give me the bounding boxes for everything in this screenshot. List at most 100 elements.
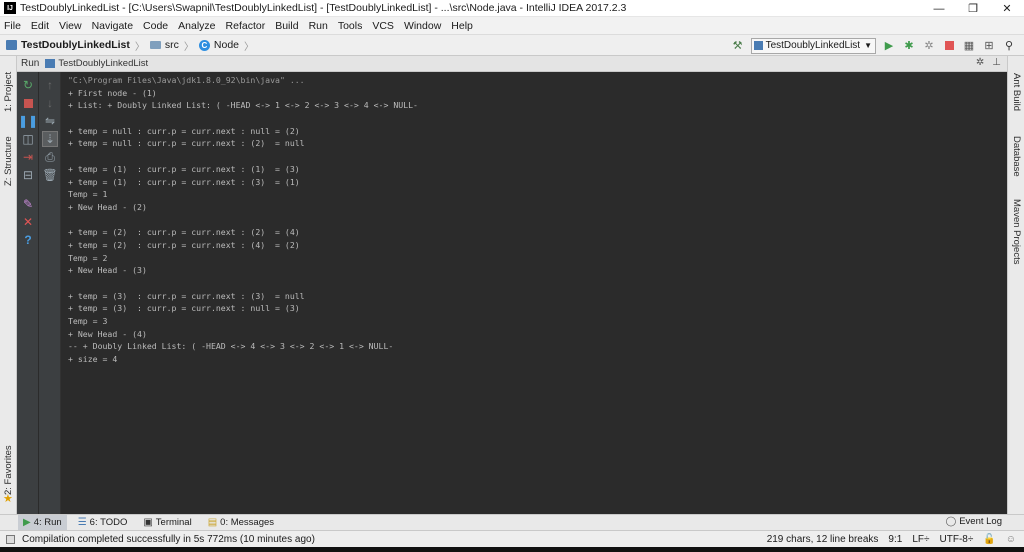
run-configuration-select[interactable]: TestDoublyLinkedList ▼: [750, 37, 876, 54]
debug-icon[interactable]: ✱: [902, 39, 916, 53]
breadcrumb-project[interactable]: TestDoublyLinkedList: [6, 39, 130, 51]
breadcrumb-file[interactable]: C Node: [198, 39, 240, 51]
favorites-star-icon: ★: [3, 493, 13, 505]
console-line: + temp = (1) : curr.p = curr.next : (1) …: [68, 163, 300, 174]
scroll-to-end-icon[interactable]: ⇣: [42, 131, 58, 147]
clear-all-icon[interactable]: 🗑: [42, 167, 58, 183]
build-hammer-icon[interactable]: ⚒: [731, 39, 745, 53]
navigation-bar: TestDoublyLinkedList 〉 src 〉 C Node 〉 ⚒ …: [0, 35, 1024, 56]
menu-help[interactable]: Help: [451, 20, 473, 32]
sdk-icon[interactable]: ⊞: [982, 39, 996, 53]
menu-file[interactable]: File: [4, 20, 21, 32]
run-toolbar-secondary: ↑ ↓ ⇋ ⇣ ⎙ 🗑: [39, 72, 61, 514]
breadcrumb-separator: 〉: [134, 41, 145, 53]
pause-icon[interactable]: ❚❚: [18, 113, 38, 129]
toggle-tool-windows-icon[interactable]: [6, 535, 15, 544]
console-line: + First node - (1): [68, 87, 157, 98]
menu-tools[interactable]: Tools: [338, 20, 363, 32]
menu-vcs[interactable]: VCS: [372, 20, 394, 32]
tab-event-log[interactable]: ◯ Event Log: [946, 516, 1002, 527]
layout-icon[interactable]: ⊟: [20, 167, 36, 183]
status-caret-position[interactable]: 9:1: [888, 534, 902, 545]
maven-projects-tool-tab-label: Maven Projects: [1011, 199, 1022, 265]
console-line: + temp = (1) : curr.p = curr.next : (3) …: [68, 176, 300, 187]
close-run-icon[interactable]: ✕: [20, 214, 36, 230]
ant-build-tool-tab[interactable]: Ant Build: [1009, 62, 1024, 122]
run-toolbar-primary: ↻ ❚❚ ◫ ⇥ ⊟ ✎ ✕ ?: [17, 72, 39, 514]
todo-icon: ☰: [77, 517, 87, 528]
menu-code[interactable]: Code: [143, 20, 168, 32]
help-icon[interactable]: ?: [20, 232, 36, 248]
tab-event-log-label: Event Log: [959, 516, 1002, 527]
menu-edit[interactable]: Edit: [31, 20, 49, 32]
maven-projects-tool-tab[interactable]: Maven Projects: [1009, 192, 1024, 272]
print-icon[interactable]: ⎙: [42, 149, 58, 165]
hide-window-icon[interactable]: ⊥: [992, 57, 1001, 68]
rerun-icon[interactable]: ↻: [20, 77, 36, 93]
console-line: -- + Doubly Linked List: ( -HEAD <-> 4 <…: [68, 341, 394, 352]
console-line: + List: + Doubly Linked List: ( -HEAD <-…: [68, 100, 418, 111]
tab-run[interactable]: ▶ 4: Run: [18, 515, 67, 530]
project-structure-icon[interactable]: ▦: [962, 39, 976, 53]
structure-tool-tab-label: Z: Structure: [3, 136, 14, 186]
run-window-title: Run: [21, 58, 40, 69]
status-encoding[interactable]: UTF-8÷: [940, 534, 974, 545]
menu-window[interactable]: Window: [404, 20, 441, 32]
console-line: Temp = 3: [68, 316, 108, 327]
messages-icon: ▤: [207, 517, 218, 528]
exit-icon[interactable]: ⇥: [20, 149, 36, 165]
chevron-down-icon: ▼: [864, 41, 872, 50]
project-tool-tab[interactable]: 1: Project: [1, 62, 16, 122]
console-line: + New Head - (2): [68, 201, 147, 212]
dump-threads-icon[interactable]: ◫: [20, 131, 36, 147]
status-line-separator[interactable]: LF÷: [912, 534, 929, 545]
console-line: + temp = (2) : curr.p = curr.next : (2) …: [68, 227, 300, 238]
stop-icon[interactable]: [20, 95, 36, 111]
stop-icon[interactable]: [942, 39, 956, 53]
menu-navigate[interactable]: Navigate: [92, 20, 133, 32]
arrow-up-icon[interactable]: ↑: [42, 77, 58, 93]
breadcrumb-file-label: Node: [213, 39, 240, 51]
menu-view[interactable]: View: [59, 20, 82, 32]
coverage-icon[interactable]: ✲: [922, 39, 936, 53]
menu-build[interactable]: Build: [275, 20, 298, 32]
lock-icon[interactable]: 🔓: [983, 534, 995, 545]
window-controls: — ❐ ✕: [922, 0, 1024, 17]
minimize-button[interactable]: —: [922, 0, 956, 17]
bottom-tool-tabs: ▶ 4: Run ☰ 6: TODO ▣ Terminal ▤ 0: Messa…: [0, 514, 1024, 530]
console-output[interactable]: "C:\Program Files\Java\jdk1.8.0_92\bin\j…: [61, 72, 1007, 514]
console-line: + New Head - (3): [68, 265, 147, 276]
tab-messages[interactable]: ▤ 0: Messages: [203, 515, 279, 530]
search-icon[interactable]: ⚲: [1002, 39, 1016, 53]
run-icon: ▶: [23, 517, 31, 528]
tab-todo-label: 6: TODO: [89, 517, 128, 528]
ant-build-tool-tab-label: Ant Build: [1011, 72, 1022, 112]
menu-refactor[interactable]: Refactor: [226, 20, 266, 32]
menu-analyze[interactable]: Analyze: [178, 20, 215, 32]
folder-icon: [149, 41, 161, 49]
close-button[interactable]: ✕: [990, 0, 1024, 17]
console-line: + temp = (2) : curr.p = curr.next : (4) …: [68, 239, 300, 250]
tab-terminal[interactable]: ▣ Terminal: [138, 515, 196, 530]
menu-run[interactable]: Run: [309, 20, 328, 32]
event-log-icon: ◯: [945, 516, 957, 527]
breadcrumb-src[interactable]: src: [149, 39, 179, 51]
tab-todo[interactable]: ☰ 6: TODO: [73, 515, 133, 530]
run-tab-label: TestDoublyLinkedList: [58, 58, 149, 69]
hector-icon[interactable]: ☺: [1006, 534, 1016, 545]
settings-gear-icon[interactable]: ✲: [976, 57, 984, 68]
structure-tool-tab[interactable]: Z: Structure: [1, 126, 16, 196]
tab-messages-label: 0: Messages: [220, 517, 275, 528]
soft-wrap-icon[interactable]: ⇋: [42, 113, 58, 129]
pin-tab-icon[interactable]: ✎: [20, 196, 36, 212]
restore-button[interactable]: ❐: [956, 0, 990, 17]
arrow-down-icon[interactable]: ↓: [42, 95, 58, 111]
status-message: Compilation completed successfully in 5s…: [22, 533, 315, 545]
run-icon[interactable]: ▶: [882, 39, 896, 53]
database-tool-tab[interactable]: Database: [1009, 128, 1024, 184]
console-line: Temp = 2: [68, 252, 108, 263]
run-tab[interactable]: TestDoublyLinkedList: [45, 58, 148, 69]
console-line: "C:\Program Files\Java\jdk1.8.0_92\bin\j…: [68, 75, 305, 85]
